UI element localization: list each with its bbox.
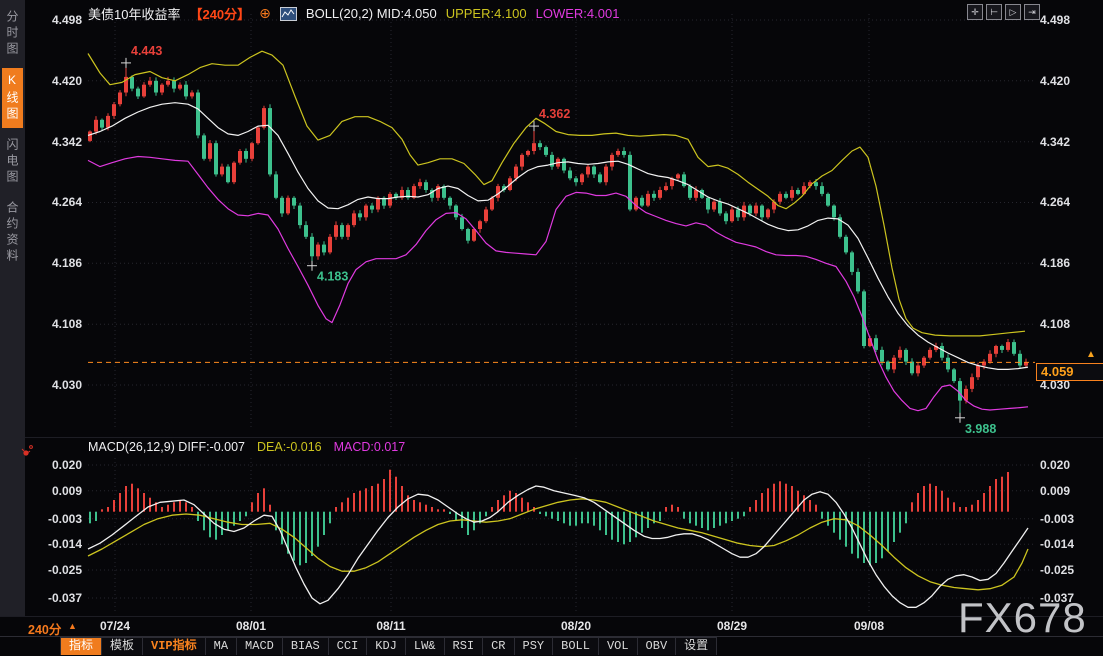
tab-PSY[interactable]: PSY <box>515 638 554 655</box>
add-indicator-icon[interactable]: ⊕ <box>259 7 271 20</box>
tab-LW&[interactable]: LW& <box>406 638 445 655</box>
tab-MACD[interactable]: MACD <box>237 638 283 655</box>
sidebar-item-K线图[interactable]: K线图 <box>2 68 23 128</box>
sidebar-item-闪电图[interactable]: 闪电图 <box>2 133 23 191</box>
extreme-price-label: 4.443 <box>131 44 162 58</box>
macd-formula-label: MACD(26,12,9) DIFF:-0.007 <box>88 440 245 454</box>
chart-info-bar: 美债10年收益率 【240分】 ⊕ BOLL(20,2) MID:4.050 U… <box>88 4 619 23</box>
price-annotations: 4.443 4.362 4.183 3.988 <box>121 44 996 436</box>
boll-mid-label: BOLL(20,2) MID:4.050 <box>306 6 437 21</box>
tab-OBV[interactable]: OBV <box>638 638 677 655</box>
tab-VIP指标[interactable]: VIP指标 <box>143 638 206 655</box>
tab-BIAS[interactable]: BIAS <box>283 638 329 655</box>
sidebar-item-合约资料[interactable]: 合约资料 <box>2 196 23 270</box>
macd-value-label: MACD:0.017 <box>334 440 406 454</box>
macd-histogram <box>90 470 1008 566</box>
boll-upper-label: UPPER:4.100 <box>446 6 527 21</box>
macd-dea-label: DEA:-0.016 <box>257 440 322 454</box>
tab-模板[interactable]: 模板 <box>102 638 143 655</box>
boll-upper-line <box>88 51 1025 336</box>
period-tag[interactable]: 【240分】 <box>189 4 250 23</box>
chart-type-sidebar: 分时图 K线图闪电图合约资料 <box>0 0 25 616</box>
tab-CCI[interactable]: CCI <box>329 638 368 655</box>
candlestick-macd-chart[interactable]: 4.443 4.362 4.183 3.988 <box>0 0 1103 656</box>
tab-BOLL[interactable]: BOLL <box>553 638 599 655</box>
fx678-watermark: FX678 <box>958 594 1087 642</box>
price-up-arrow-icon: ▲ <box>1086 349 1096 360</box>
tab-指标[interactable]: 指标 <box>60 638 102 655</box>
auto-scroll-icon[interactable]: ▷ <box>1005 4 1021 20</box>
tab-CR[interactable]: CR <box>483 638 514 655</box>
boll-mid-line <box>88 103 1028 370</box>
tab-设置[interactable]: 设置 <box>676 638 717 655</box>
chart-application-window: 美债10年收益率 【240分】 ⊕ BOLL(20,2) MID:4.050 U… <box>0 0 1103 656</box>
axis-scale-icon[interactable]: ⊢ <box>986 4 1002 20</box>
macd-header: MACD(26,12,9) DIFF:-0.007 DEA:-0.016 MAC… <box>88 440 405 454</box>
extreme-price-label: 3.988 <box>965 422 996 436</box>
extreme-price-label: 4.362 <box>539 107 570 121</box>
extreme-price-label: 4.183 <box>317 270 348 284</box>
tab-KDJ[interactable]: KDJ <box>367 638 406 655</box>
last-price-tag[interactable]: 4.059 <box>1036 363 1103 381</box>
jump-latest-icon[interactable]: ⇥ <box>1024 4 1040 20</box>
boll-indicator-icon[interactable] <box>280 7 297 21</box>
tab-VOL[interactable]: VOL <box>599 638 638 655</box>
instrument-title: 美债10年收益率 <box>88 4 180 23</box>
tab-MA[interactable]: MA <box>206 638 237 655</box>
sidebar-item-分时图[interactable]: 分时图 <box>2 5 23 63</box>
boll-lower-line <box>88 157 1028 411</box>
tab-RSI[interactable]: RSI <box>445 638 484 655</box>
indicator-tab-bar: 指标模板VIP指标MAMACDBIASCCIKDJLW&RSICRPSYBOLL… <box>60 637 717 656</box>
chart-toolbar: ✛⊢▷⇥ <box>967 4 1040 20</box>
alert-icon[interactable] <box>21 444 35 463</box>
boll-lower-label: LOWER:4.001 <box>536 6 620 21</box>
pan-tool-icon[interactable]: ✛ <box>967 4 983 20</box>
